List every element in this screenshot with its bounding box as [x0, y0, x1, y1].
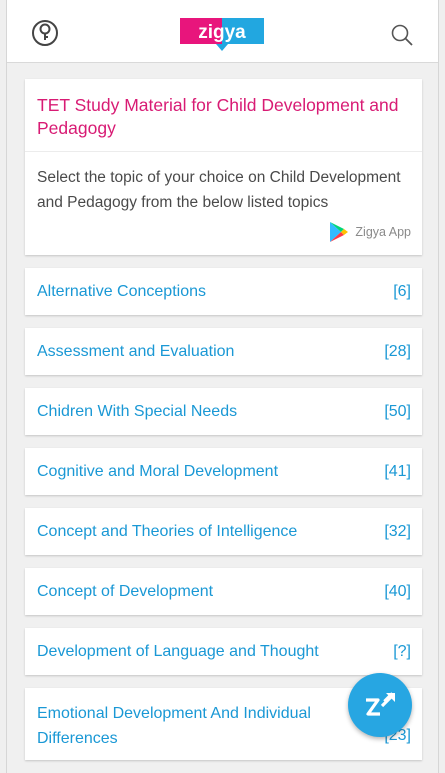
- topic-count: [6]: [393, 283, 411, 300]
- logo-text: zigya: [198, 22, 246, 43]
- zigya-logo[interactable]: zigya: [180, 14, 264, 51]
- topic-item[interactable]: Cognitive and Moral Development [41]: [25, 448, 422, 495]
- topic-name: Emotional Development And Individual Dif…: [37, 705, 311, 747]
- topic-name: Cognitive and Moral Development: [37, 463, 279, 480]
- topic-item[interactable]: Concept of Development [40]: [25, 568, 422, 615]
- topic-count: [?]: [393, 643, 411, 660]
- expand-fab-button[interactable]: [348, 673, 412, 737]
- zigya-z-icon: [366, 692, 396, 716]
- top-bar: zigya: [7, 0, 438, 63]
- topic-name: Concept and Theories of Intelligence: [37, 523, 298, 540]
- topic-count: [40]: [384, 583, 411, 600]
- topic-item[interactable]: Development of Language and Thought [?]: [25, 628, 422, 675]
- intro-description: Select the topic of your choice on Child…: [37, 169, 401, 211]
- app-frame: zigya TET Study Material for Child Devel…: [6, 0, 439, 773]
- topic-count: [50]: [384, 403, 411, 420]
- tips-icon[interactable]: [29, 17, 61, 49]
- play-store-icon: [330, 222, 349, 242]
- topic-name: Assessment and Evaluation: [37, 343, 235, 360]
- topic-name: Development of Language and Thought: [37, 643, 319, 660]
- topic-item[interactable]: Alternative Conceptions [6]: [25, 268, 422, 315]
- intro-card: TET Study Material for Child Development…: [25, 79, 422, 255]
- topic-item[interactable]: Assessment and Evaluation [28]: [25, 328, 422, 375]
- topic-count: [32]: [384, 523, 411, 540]
- topic-name: Alternative Conceptions: [37, 283, 206, 300]
- content: TET Study Material for Child Development…: [25, 79, 422, 773]
- zigya-app-label: Zigya App: [355, 225, 411, 239]
- topic-name: Concept of Development: [37, 583, 214, 600]
- topic-count: [28]: [384, 343, 411, 360]
- topic-count: [41]: [384, 463, 411, 480]
- topic-name: Chidren With Special Needs: [37, 403, 238, 420]
- topic-item[interactable]: Concept and Theories of Intelligence [32…: [25, 508, 422, 555]
- page-title: TET Study Material for Child Development…: [25, 79, 422, 152]
- topic-item[interactable]: Chidren With Special Needs [50]: [25, 388, 422, 435]
- zigya-app-link[interactable]: Zigya App: [25, 215, 422, 255]
- search-icon[interactable]: [390, 23, 414, 47]
